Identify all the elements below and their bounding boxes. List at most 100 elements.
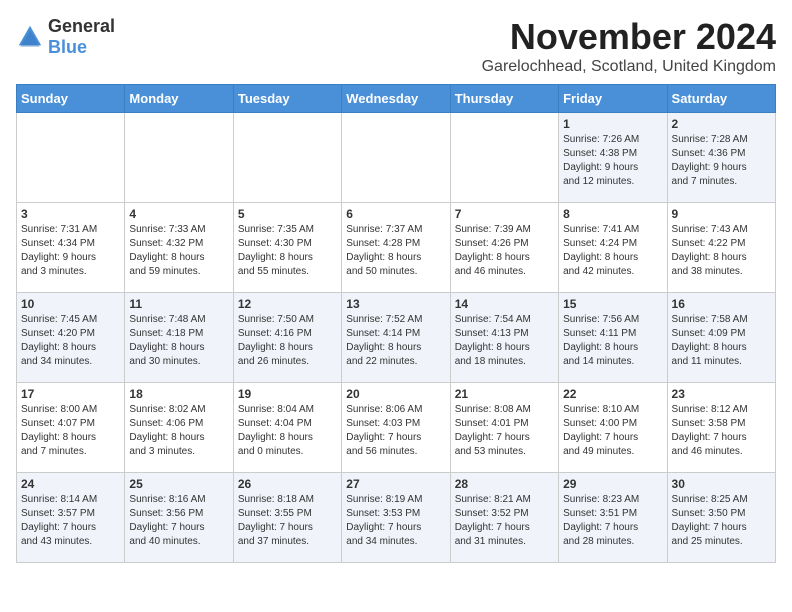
day-number: 12 <box>238 297 337 311</box>
calendar-cell: 16 Sunrise: 7:58 AM Sunset: 4:09 PM Dayli… <box>667 293 775 383</box>
calendar-cell: 24 Sunrise: 8:14 AM Sunset: 3:57 PM Dayli… <box>17 473 125 563</box>
day-info: Sunrise: 7:56 AM Sunset: 4:11 PM Dayligh… <box>563 313 662 369</box>
day-number: 25 <box>129 477 228 491</box>
day-number: 13 <box>346 297 445 311</box>
day-number: 18 <box>129 387 228 401</box>
calendar-cell: 11 Sunrise: 7:48 AM Sunset: 4:18 PM Dayli… <box>125 293 233 383</box>
day-info: Sunrise: 8:25 AM Sunset: 3:50 PM Dayligh… <box>672 493 771 549</box>
day-number: 9 <box>672 207 771 221</box>
day-info: Sunrise: 7:43 AM Sunset: 4:22 PM Dayligh… <box>672 223 771 279</box>
header-row: SundayMondayTuesdayWednesdayThursdayFrid… <box>17 85 776 113</box>
calendar-cell: 14 Sunrise: 7:54 AM Sunset: 4:13 PM Dayli… <box>450 293 558 383</box>
calendar-cell: 18 Sunrise: 8:02 AM Sunset: 4:06 PM Dayli… <box>125 383 233 473</box>
calendar-cell: 30 Sunrise: 8:25 AM Sunset: 3:50 PM Dayli… <box>667 473 775 563</box>
calendar-cell: 12 Sunrise: 7:50 AM Sunset: 4:16 PM Dayli… <box>233 293 341 383</box>
day-info: Sunrise: 8:04 AM Sunset: 4:04 PM Dayligh… <box>238 403 337 459</box>
calendar-cell: 15 Sunrise: 7:56 AM Sunset: 4:11 PM Dayli… <box>559 293 667 383</box>
day-info: Sunrise: 8:23 AM Sunset: 3:51 PM Dayligh… <box>563 493 662 549</box>
day-number: 6 <box>346 207 445 221</box>
week-row-4: 24 Sunrise: 8:14 AM Sunset: 3:57 PM Dayli… <box>17 473 776 563</box>
day-number: 16 <box>672 297 771 311</box>
calendar-cell: 1Sunrise: 7:26 AM Sunset: 4:38 PM Daylig… <box>559 113 667 203</box>
day-info: Sunrise: 7:45 AM Sunset: 4:20 PM Dayligh… <box>21 313 120 369</box>
day-info: Sunrise: 8:10 AM Sunset: 4:00 PM Dayligh… <box>563 403 662 459</box>
day-info: Sunrise: 7:26 AM Sunset: 4:38 PM Dayligh… <box>563 133 662 189</box>
header-day-thursday: Thursday <box>450 85 558 113</box>
calendar-cell: 21 Sunrise: 8:08 AM Sunset: 4:01 PM Dayli… <box>450 383 558 473</box>
calendar-cell: 22Sunrise: 8:10 AM Sunset: 4:00 PM Dayli… <box>559 383 667 473</box>
day-number: 27 <box>346 477 445 491</box>
calendar-cell: 10 Sunrise: 7:45 AM Sunset: 4:20 PM Dayli… <box>17 293 125 383</box>
day-info: Sunrise: 7:58 AM Sunset: 4:09 PM Dayligh… <box>672 313 771 369</box>
day-info: Sunrise: 8:14 AM Sunset: 3:57 PM Dayligh… <box>21 493 120 549</box>
calendar-cell: 4 Sunrise: 7:33 AM Sunset: 4:32 PM Daylig… <box>125 203 233 293</box>
day-number: 11 <box>129 297 228 311</box>
logo-text-blue: Blue <box>48 37 87 57</box>
calendar-cell <box>342 113 450 203</box>
day-number: 28 <box>455 477 554 491</box>
title-area: November 2024 Garelochhead, Scotland, Un… <box>482 16 776 76</box>
day-info: Sunrise: 7:33 AM Sunset: 4:32 PM Dayligh… <box>129 223 228 279</box>
calendar-cell: 3Sunrise: 7:31 AM Sunset: 4:34 PM Daylig… <box>17 203 125 293</box>
week-row-3: 17 Sunrise: 8:00 AM Sunset: 4:07 PM Dayli… <box>17 383 776 473</box>
day-number: 3 <box>21 207 120 221</box>
day-info: Sunrise: 7:35 AM Sunset: 4:30 PM Dayligh… <box>238 223 337 279</box>
day-number: 14 <box>455 297 554 311</box>
logo-text-general: General <box>48 16 115 36</box>
calendar-cell: 8Sunrise: 7:41 AM Sunset: 4:24 PM Daylig… <box>559 203 667 293</box>
calendar-body: 1Sunrise: 7:26 AM Sunset: 4:38 PM Daylig… <box>17 113 776 563</box>
day-number: 29 <box>563 477 662 491</box>
calendar-cell <box>233 113 341 203</box>
day-number: 19 <box>238 387 337 401</box>
calendar-cell: 6Sunrise: 7:37 AM Sunset: 4:28 PM Daylig… <box>342 203 450 293</box>
week-row-1: 3Sunrise: 7:31 AM Sunset: 4:34 PM Daylig… <box>17 203 776 293</box>
header-day-wednesday: Wednesday <box>342 85 450 113</box>
calendar-cell: 26Sunrise: 8:18 AM Sunset: 3:55 PM Dayli… <box>233 473 341 563</box>
day-info: Sunrise: 8:19 AM Sunset: 3:53 PM Dayligh… <box>346 493 445 549</box>
header: General Blue November 2024 Garelochhead,… <box>16 16 776 76</box>
logo: General Blue <box>16 16 115 58</box>
day-info: Sunrise: 8:08 AM Sunset: 4:01 PM Dayligh… <box>455 403 554 459</box>
day-number: 5 <box>238 207 337 221</box>
calendar-cell: 19 Sunrise: 8:04 AM Sunset: 4:04 PM Dayli… <box>233 383 341 473</box>
calendar-cell: 5 Sunrise: 7:35 AM Sunset: 4:30 PM Daylig… <box>233 203 341 293</box>
calendar-table: SundayMondayTuesdayWednesdayThursdayFrid… <box>16 84 776 563</box>
day-info: Sunrise: 7:48 AM Sunset: 4:18 PM Dayligh… <box>129 313 228 369</box>
day-number: 4 <box>129 207 228 221</box>
day-info: Sunrise: 7:41 AM Sunset: 4:24 PM Dayligh… <box>563 223 662 279</box>
calendar-cell: 7Sunrise: 7:39 AM Sunset: 4:26 PM Daylig… <box>450 203 558 293</box>
day-number: 2 <box>672 117 771 131</box>
day-number: 24 <box>21 477 120 491</box>
day-info: Sunrise: 7:50 AM Sunset: 4:16 PM Dayligh… <box>238 313 337 369</box>
week-row-2: 10 Sunrise: 7:45 AM Sunset: 4:20 PM Dayli… <box>17 293 776 383</box>
day-info: Sunrise: 7:52 AM Sunset: 4:14 PM Dayligh… <box>346 313 445 369</box>
week-row-0: 1Sunrise: 7:26 AM Sunset: 4:38 PM Daylig… <box>17 113 776 203</box>
day-number: 21 <box>455 387 554 401</box>
day-info: Sunrise: 7:39 AM Sunset: 4:26 PM Dayligh… <box>455 223 554 279</box>
day-info: Sunrise: 8:16 AM Sunset: 3:56 PM Dayligh… <box>129 493 228 549</box>
day-number: 20 <box>346 387 445 401</box>
day-info: Sunrise: 8:00 AM Sunset: 4:07 PM Dayligh… <box>21 403 120 459</box>
day-number: 17 <box>21 387 120 401</box>
day-info: Sunrise: 8:02 AM Sunset: 4:06 PM Dayligh… <box>129 403 228 459</box>
calendar-cell: 17 Sunrise: 8:00 AM Sunset: 4:07 PM Dayli… <box>17 383 125 473</box>
day-info: Sunrise: 7:54 AM Sunset: 4:13 PM Dayligh… <box>455 313 554 369</box>
day-number: 15 <box>563 297 662 311</box>
day-number: 23 <box>672 387 771 401</box>
logo-icon <box>16 23 44 51</box>
calendar-cell: 23Sunrise: 8:12 AM Sunset: 3:58 PM Dayli… <box>667 383 775 473</box>
day-number: 10 <box>21 297 120 311</box>
calendar-header: SundayMondayTuesdayWednesdayThursdayFrid… <box>17 85 776 113</box>
day-number: 26 <box>238 477 337 491</box>
header-day-monday: Monday <box>125 85 233 113</box>
calendar-cell <box>125 113 233 203</box>
calendar-cell: 28Sunrise: 8:21 AM Sunset: 3:52 PM Dayli… <box>450 473 558 563</box>
header-day-friday: Friday <box>559 85 667 113</box>
day-number: 30 <box>672 477 771 491</box>
calendar-cell <box>450 113 558 203</box>
calendar-cell: 29 Sunrise: 8:23 AM Sunset: 3:51 PM Dayli… <box>559 473 667 563</box>
header-day-sunday: Sunday <box>17 85 125 113</box>
header-day-tuesday: Tuesday <box>233 85 341 113</box>
calendar-cell: 27 Sunrise: 8:19 AM Sunset: 3:53 PM Dayli… <box>342 473 450 563</box>
calendar-cell: 25 Sunrise: 8:16 AM Sunset: 3:56 PM Dayli… <box>125 473 233 563</box>
